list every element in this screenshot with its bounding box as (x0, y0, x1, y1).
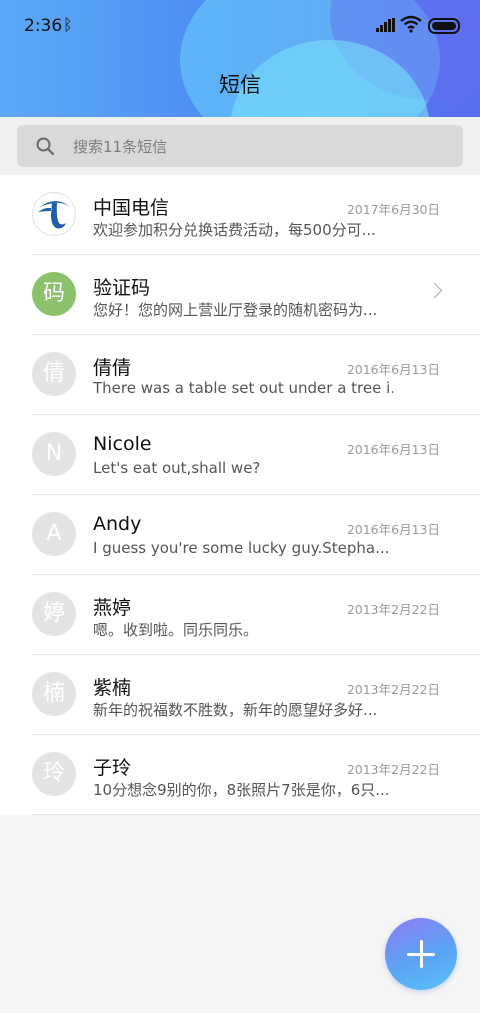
signal-icon (376, 18, 396, 32)
message-date: 2016年6月13日 (346, 522, 440, 537)
contact-name: 紫楠 (93, 677, 132, 699)
contact-avatar: 倩 (32, 352, 76, 396)
message-preview: I guess you're some lucky guy.Stepha... (93, 539, 390, 557)
conversation-row[interactable]: 楠 紫楠 2013年2月22日 新年的祝福数不胜数，新年的愿望好多好... (0, 655, 480, 735)
conversation-row[interactable]: 码 验证码 您好！您的网上营业厅登录的随机密码为... (0, 255, 480, 335)
contact-avatar: 婷 (32, 592, 76, 636)
status-bar: 2:36 ᛒ (0, 0, 480, 50)
contact-avatar: 码 (32, 272, 76, 316)
conversation-row[interactable]: 婷 燕婷 2013年2月22日 嗯。收到啦。同乐同乐。 (0, 575, 480, 655)
status-time: 2:36 (24, 16, 63, 36)
china-telecom-logo-icon (38, 200, 69, 229)
wifi-icon (400, 15, 422, 33)
message-preview: There was a table set out under a tree i… (93, 379, 393, 397)
contact-avatar: 楠 (32, 672, 76, 716)
message-preview: Let's eat out,shall we? (93, 459, 261, 477)
message-date: 2013年2月22日 (346, 762, 440, 777)
message-date: 2013年2月22日 (346, 682, 440, 697)
conversation-row[interactable]: 玲 子玲 2013年2月22日 10分想念9别的你，8张照片7张是你，6只... (0, 735, 480, 815)
contact-name: Andy (93, 513, 142, 535)
message-preview: 您好！您的网上营业厅登录的随机密码为... (93, 301, 378, 319)
contact-name: 燕婷 (93, 597, 132, 619)
contact-name: 子玲 (93, 757, 132, 779)
search-input[interactable]: 搜索11条短信 (17, 125, 463, 167)
divider (32, 814, 480, 815)
contact-name: 验证码 (93, 277, 151, 299)
conversation-row[interactable]: 倩 倩倩 2016年6月13日 There was a table set ou… (0, 335, 480, 415)
battery-icon (428, 18, 460, 34)
plus-icon (420, 940, 423, 968)
contact-avatar: N (32, 432, 76, 476)
message-list: 中国电信 2017年6月30日 欢迎参加积分兑换话费活动，每500分可... 码… (0, 175, 480, 815)
bluetooth-icon: ᛒ (63, 15, 73, 34)
message-date: 2016年6月13日 (346, 442, 440, 457)
chevron-right-icon (426, 282, 443, 299)
telecom-logo-avatar (32, 192, 76, 236)
conversation-row[interactable]: A Andy 2016年6月13日 I guess you're some lu… (0, 495, 480, 575)
contact-name: 中国电信 (93, 197, 170, 219)
contact-name: Nicole (93, 433, 152, 455)
search-placeholder: 搜索11条短信 (73, 138, 168, 156)
message-date: 2016年6月13日 (346, 362, 440, 377)
message-preview: 欢迎参加积分兑换话费活动，每500分可... (93, 221, 376, 239)
contact-avatar: A (32, 512, 76, 556)
message-preview: 新年的祝福数不胜数，新年的愿望好多好... (93, 701, 378, 719)
conversation-row[interactable]: 中国电信 2017年6月30日 欢迎参加积分兑换话费活动，每500分可... (0, 175, 480, 255)
search-icon (36, 137, 54, 155)
message-preview: 嗯。收到啦。同乐同乐。 (93, 621, 259, 639)
message-date: 2017年6月30日 (346, 202, 440, 217)
new-message-button[interactable] (385, 918, 457, 990)
header: 2:36 ᛒ 短信 (0, 0, 480, 117)
contact-name: 倩倩 (93, 357, 132, 379)
message-date: 2013年2月22日 (346, 602, 440, 617)
contact-avatar: 玲 (32, 752, 76, 796)
conversation-row[interactable]: N Nicole 2016年6月13日 Let's eat out,shall … (0, 415, 480, 495)
search-bar-container: 搜索11条短信 (0, 117, 480, 175)
message-preview: 10分想念9别的你，8张照片7张是你，6只... (93, 781, 390, 799)
page-title: 短信 (219, 73, 261, 97)
